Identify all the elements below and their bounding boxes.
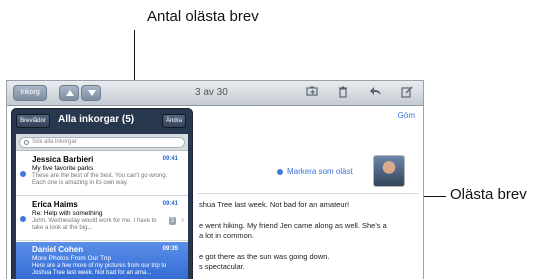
sender-avatar [373,155,405,187]
unread-dot-icon [277,169,283,175]
message-preview: John, Wednesday would work for me. I hav… [32,218,157,231]
hide-link[interactable]: Göm [398,111,415,120]
popover-title: Alla inkorgar (5) [58,114,135,125]
next-message-button[interactable] [81,85,101,101]
folder-icon[interactable] [305,86,319,100]
search-icon [24,140,29,145]
message-subject: Re: Help with something [32,210,103,217]
message-subject: My five favorite parks [32,165,94,172]
compose-icon[interactable] [400,86,414,100]
message-row-jessica[interactable]: Jessica Barbieri 09:41 My five favorite … [16,152,188,196]
unread-dot-icon [20,216,26,222]
message-row-daniel[interactable]: Daniel Cohen 09:35 More Photos From Our … [16,242,188,279]
chevron-right-icon: › [181,215,184,224]
callout-unread-messages: Olästa brev [450,186,527,203]
toolbar: Inkorg 3 av 30 [7,81,423,106]
search-bar: Sök alla inkorgar [16,134,188,151]
body-text-line: shua Tree last week. Not bad for an amat… [199,200,350,209]
message-subject: More Photos From Our Trip [32,255,112,262]
arrow-up-icon [66,90,74,96]
search-placeholder: Sök alla inkorgar [32,139,77,145]
message-counter: 3 av 30 [195,87,228,98]
popover-header: Brevlådor Alla inkorgar (5) Ändra [12,109,192,133]
inbox-popover: Brevlådor Alla inkorgar (5) Ändra Sök al… [11,108,193,279]
thread-count-badge: 3 [168,217,176,225]
message-sender: Daniel Cohen [32,245,84,254]
edit-button[interactable]: Ändra [162,114,186,128]
message-row-erica[interactable]: Erica Haims 09:41 Re: Help with somethin… [16,197,188,241]
body-text-line: a lot in common. [199,231,255,240]
message-sender: Jessica Barbieri [32,155,94,164]
body-text-line: e went hiking. My friend Jen came along … [199,221,387,230]
body-text-line: e got there as the sun was going down. [199,252,330,261]
message-preview: Here are a few more of my pictures from … [32,263,167,276]
reply-icon[interactable] [368,86,382,100]
mail-window: Inkorg 3 av 30 Göm Markera som oläst shu… [6,80,424,279]
message-time: 09:35 [162,246,178,252]
message-time: 09:41 [162,201,178,207]
mark-unread-link[interactable]: Markera som oläst [287,167,353,176]
message-list: Sök alla inkorgar Jessica Barbieri 09:41… [16,134,188,279]
message-preview: These are the best of the best. You can'… [32,173,168,186]
header-divider [197,193,419,194]
message-sender: Erica Haims [32,200,78,209]
body-text-line: s spectacular. [199,262,245,271]
inbox-button[interactable]: Inkorg [13,85,47,101]
previous-message-button[interactable] [59,85,79,101]
unread-dot-icon [20,171,26,177]
callout-unread-count: Antal olästa brev [147,8,259,25]
arrow-down-icon [88,90,96,96]
mailboxes-back-button[interactable]: Brevlådor [16,114,50,128]
trash-icon[interactable] [336,86,350,100]
search-input[interactable]: Sök alla inkorgar [19,137,185,148]
message-time: 09:41 [162,156,178,162]
